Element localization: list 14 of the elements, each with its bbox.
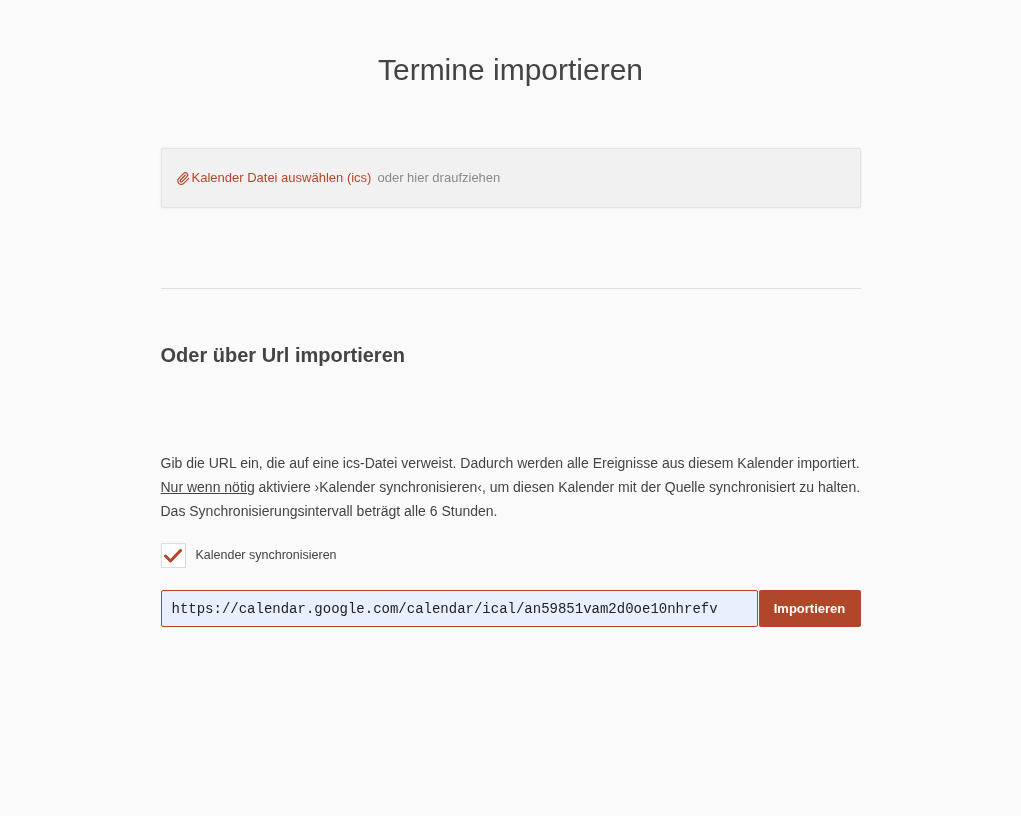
file-drop-zone[interactable]: Kalender Datei auswählen (ics) oder hier draufziehen bbox=[160, 148, 861, 208]
choose-file-link[interactable]: Kalender Datei auswählen (ics) bbox=[191, 168, 372, 188]
import-button[interactable]: Importieren bbox=[758, 590, 861, 627]
sync-checkbox[interactable] bbox=[160, 543, 186, 568]
paperclip-icon bbox=[175, 170, 190, 186]
info-link[interactable]: Nur wenn nötig bbox=[160, 479, 255, 495]
sync-note-text: Nur wenn nötig aktiviere ›Kalender synchronisieren‹, um diesen Kalender mit der Quelle synchronisiert zu halten. Das Synchronisierungsintervall beträgt alle 6 Stunden. bbox=[160, 478, 861, 521]
section-heading: Oder über Url importieren bbox=[160, 343, 406, 368]
description-text: Gib die URL ein, die auf eine ics-Datei verweist. Dadurch werden alle Ereignisse aus diesem Kalender importiert. bbox=[160, 454, 861, 473]
drop-hint: oder hier draufziehen bbox=[377, 169, 501, 188]
check-icon bbox=[164, 548, 182, 563]
url-input-field[interactable]: https://calendar.google.com/calendar/ical/an59851vam2d0oe10nhrefv bbox=[160, 590, 758, 627]
page-title: Termine importieren bbox=[377, 52, 644, 88]
sync-checkbox-label: Kalender synchronisieren bbox=[195, 547, 337, 565]
